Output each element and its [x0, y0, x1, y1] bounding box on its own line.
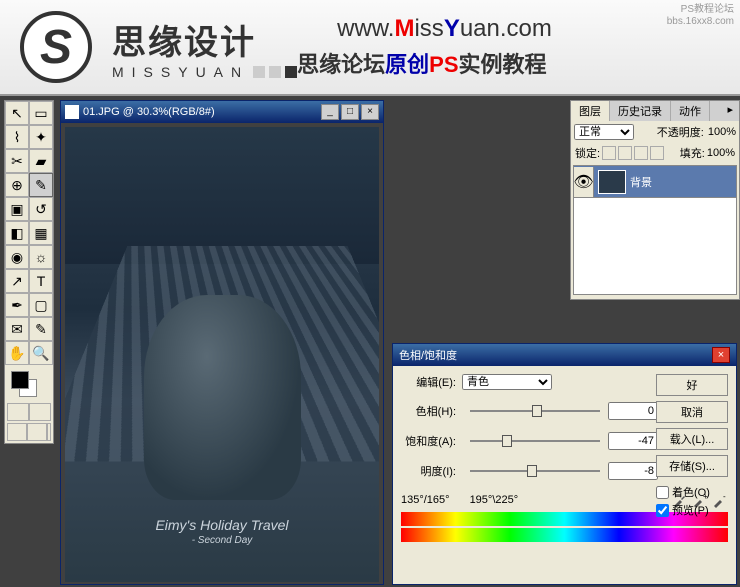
lock-label: 锁定:: [575, 145, 600, 161]
light-input[interactable]: [608, 462, 658, 480]
ok-button[interactable]: 好: [656, 374, 728, 396]
brand-en: MISSYUAN: [112, 64, 297, 80]
color-swatch[interactable]: [9, 369, 49, 399]
screen-full2[interactable]: [47, 423, 51, 441]
tab-layers[interactable]: 图层: [571, 101, 610, 121]
brand-cn: 思缘设计: [112, 15, 297, 64]
fill-value[interactable]: 100%: [707, 147, 735, 159]
maximize-button[interactable]: □: [341, 104, 359, 120]
blur-tool[interactable]: ◉: [5, 245, 29, 269]
lock-all-icon[interactable]: [650, 146, 664, 160]
close-button[interactable]: ×: [361, 104, 379, 120]
watermark: PS教程论坛bbs.16xx8.com: [667, 4, 734, 28]
hue-slider[interactable]: [470, 404, 600, 418]
crop-tool[interactable]: ✂: [5, 149, 29, 173]
header-right: www.MissYuan.com 思缘论坛原创PS实例教程: [297, 15, 552, 79]
toolbox: ↖▭ ⌇✦ ✂▰ ⊕✎ ▣↺ ◧▦ ◉☼ ↗T ✒▢ ✉✎ ✋🔍: [4, 100, 54, 444]
layer-item[interactable]: 👁 背景: [574, 166, 736, 198]
path-tool[interactable]: ↗: [5, 269, 29, 293]
marquee-tool[interactable]: ▭: [29, 101, 53, 125]
fill-label: 填充:: [680, 145, 705, 161]
url: www.MissYuan.com: [337, 15, 552, 43]
lock-pos-icon[interactable]: [634, 146, 648, 160]
visibility-icon[interactable]: 👁: [574, 167, 594, 197]
opacity-value[interactable]: 100%: [708, 126, 736, 138]
colorize-checkbox[interactable]: [656, 486, 669, 499]
doc-icon: [65, 105, 79, 119]
edit-select[interactable]: 青色: [462, 374, 552, 390]
move-tool[interactable]: ↖: [5, 101, 29, 125]
shape-tool[interactable]: ▢: [29, 293, 53, 317]
layer-thumb[interactable]: [598, 170, 626, 194]
brush-tool[interactable]: ✎: [29, 173, 53, 197]
load-button[interactable]: 载入(L)...: [656, 428, 728, 450]
preview-label: 预览(P): [672, 502, 709, 518]
hand-tool[interactable]: ✋: [5, 341, 29, 365]
canvas[interactable]: Eimy's Holiday Travel - Second Day: [65, 127, 379, 582]
preview-checkbox[interactable]: [656, 504, 669, 517]
layers-panel: 图层 历史记录 动作 ▸ 正常 不透明度: 100% 锁定: 填充: 100% …: [570, 100, 740, 300]
panel-menu-icon[interactable]: ▸: [721, 101, 739, 121]
tab-history[interactable]: 历史记录: [610, 101, 671, 121]
brand-block: 思缘设计 MISSYUAN: [112, 15, 297, 80]
eyedropper-tool[interactable]: ✎: [29, 317, 53, 341]
sat-slider[interactable]: [470, 434, 600, 448]
type-tool[interactable]: T: [29, 269, 53, 293]
blend-mode-select[interactable]: 正常: [574, 124, 634, 140]
range-left: 135°/165°: [401, 494, 450, 506]
gradient-tool[interactable]: ▦: [29, 221, 53, 245]
lock-trans-icon[interactable]: [602, 146, 616, 160]
mode-standard[interactable]: [7, 403, 29, 421]
range-right: 195°\225°: [470, 494, 519, 506]
sat-label: 饱和度(A):: [401, 433, 456, 449]
stamp-tool[interactable]: ▣: [5, 197, 29, 221]
pen-tool[interactable]: ✒: [5, 293, 29, 317]
screen-std[interactable]: [7, 423, 27, 441]
slice-tool[interactable]: ▰: [29, 149, 53, 173]
colorize-label: 着色(O): [672, 484, 710, 500]
cancel-button[interactable]: 取消: [656, 401, 728, 423]
edit-label: 编辑(E):: [401, 374, 456, 390]
hue-input[interactable]: [608, 402, 658, 420]
light-slider[interactable]: [470, 464, 600, 478]
hue-label: 色相(H):: [401, 403, 456, 419]
page-header: S 思缘设计 MISSYUAN www.MissYuan.com 思缘论坛原创P…: [0, 0, 740, 96]
dialog-close-button[interactable]: ×: [712, 347, 730, 363]
notes-tool[interactable]: ✉: [5, 317, 29, 341]
history-brush-tool[interactable]: ↺: [29, 197, 53, 221]
photo-title-text: Eimy's Holiday Travel - Second Day: [65, 517, 379, 546]
panel-tabs: 图层 历史记录 动作 ▸: [571, 101, 739, 121]
opacity-label: 不透明度:: [657, 124, 704, 140]
document-window: 01.JPG @ 30.3%(RGB/8#) _ □ × Eimy's Holi…: [60, 100, 384, 585]
dialog-titlebar[interactable]: 色相/饱和度 ×: [393, 344, 736, 366]
eraser-tool[interactable]: ◧: [5, 221, 29, 245]
screen-full[interactable]: [27, 423, 47, 441]
dodge-tool[interactable]: ☼: [29, 245, 53, 269]
layer-name: 背景: [630, 174, 652, 190]
tab-actions[interactable]: 动作: [671, 101, 710, 121]
minimize-button[interactable]: _: [321, 104, 339, 120]
wand-tool[interactable]: ✦: [29, 125, 53, 149]
photo-content: Eimy's Holiday Travel - Second Day: [65, 127, 379, 582]
logo-icon: S: [20, 11, 92, 83]
doc-title: 01.JPG @ 30.3%(RGB/8#): [83, 106, 215, 118]
heal-tool[interactable]: ⊕: [5, 173, 29, 197]
lock-paint-icon[interactable]: [618, 146, 632, 160]
doc-titlebar[interactable]: 01.JPG @ 30.3%(RGB/8#) _ □ ×: [61, 101, 383, 123]
hue-result-bar: [401, 528, 728, 542]
mode-quickmask[interactable]: [29, 403, 51, 421]
light-label: 明度(I):: [401, 463, 456, 479]
save-button[interactable]: 存储(S)...: [656, 455, 728, 477]
lasso-tool[interactable]: ⌇: [5, 125, 29, 149]
dialog-title: 色相/饱和度: [399, 347, 457, 363]
layer-list: 👁 背景: [573, 165, 737, 295]
zoom-tool[interactable]: 🔍: [29, 341, 53, 365]
tagline: 思缘论坛原创PS实例教程: [297, 47, 552, 79]
hue-sat-dialog: 色相/饱和度 × 编辑(E): 青色 色相(H): 饱和度(A): 明度(I):…: [392, 343, 737, 585]
sat-input[interactable]: [608, 432, 658, 450]
